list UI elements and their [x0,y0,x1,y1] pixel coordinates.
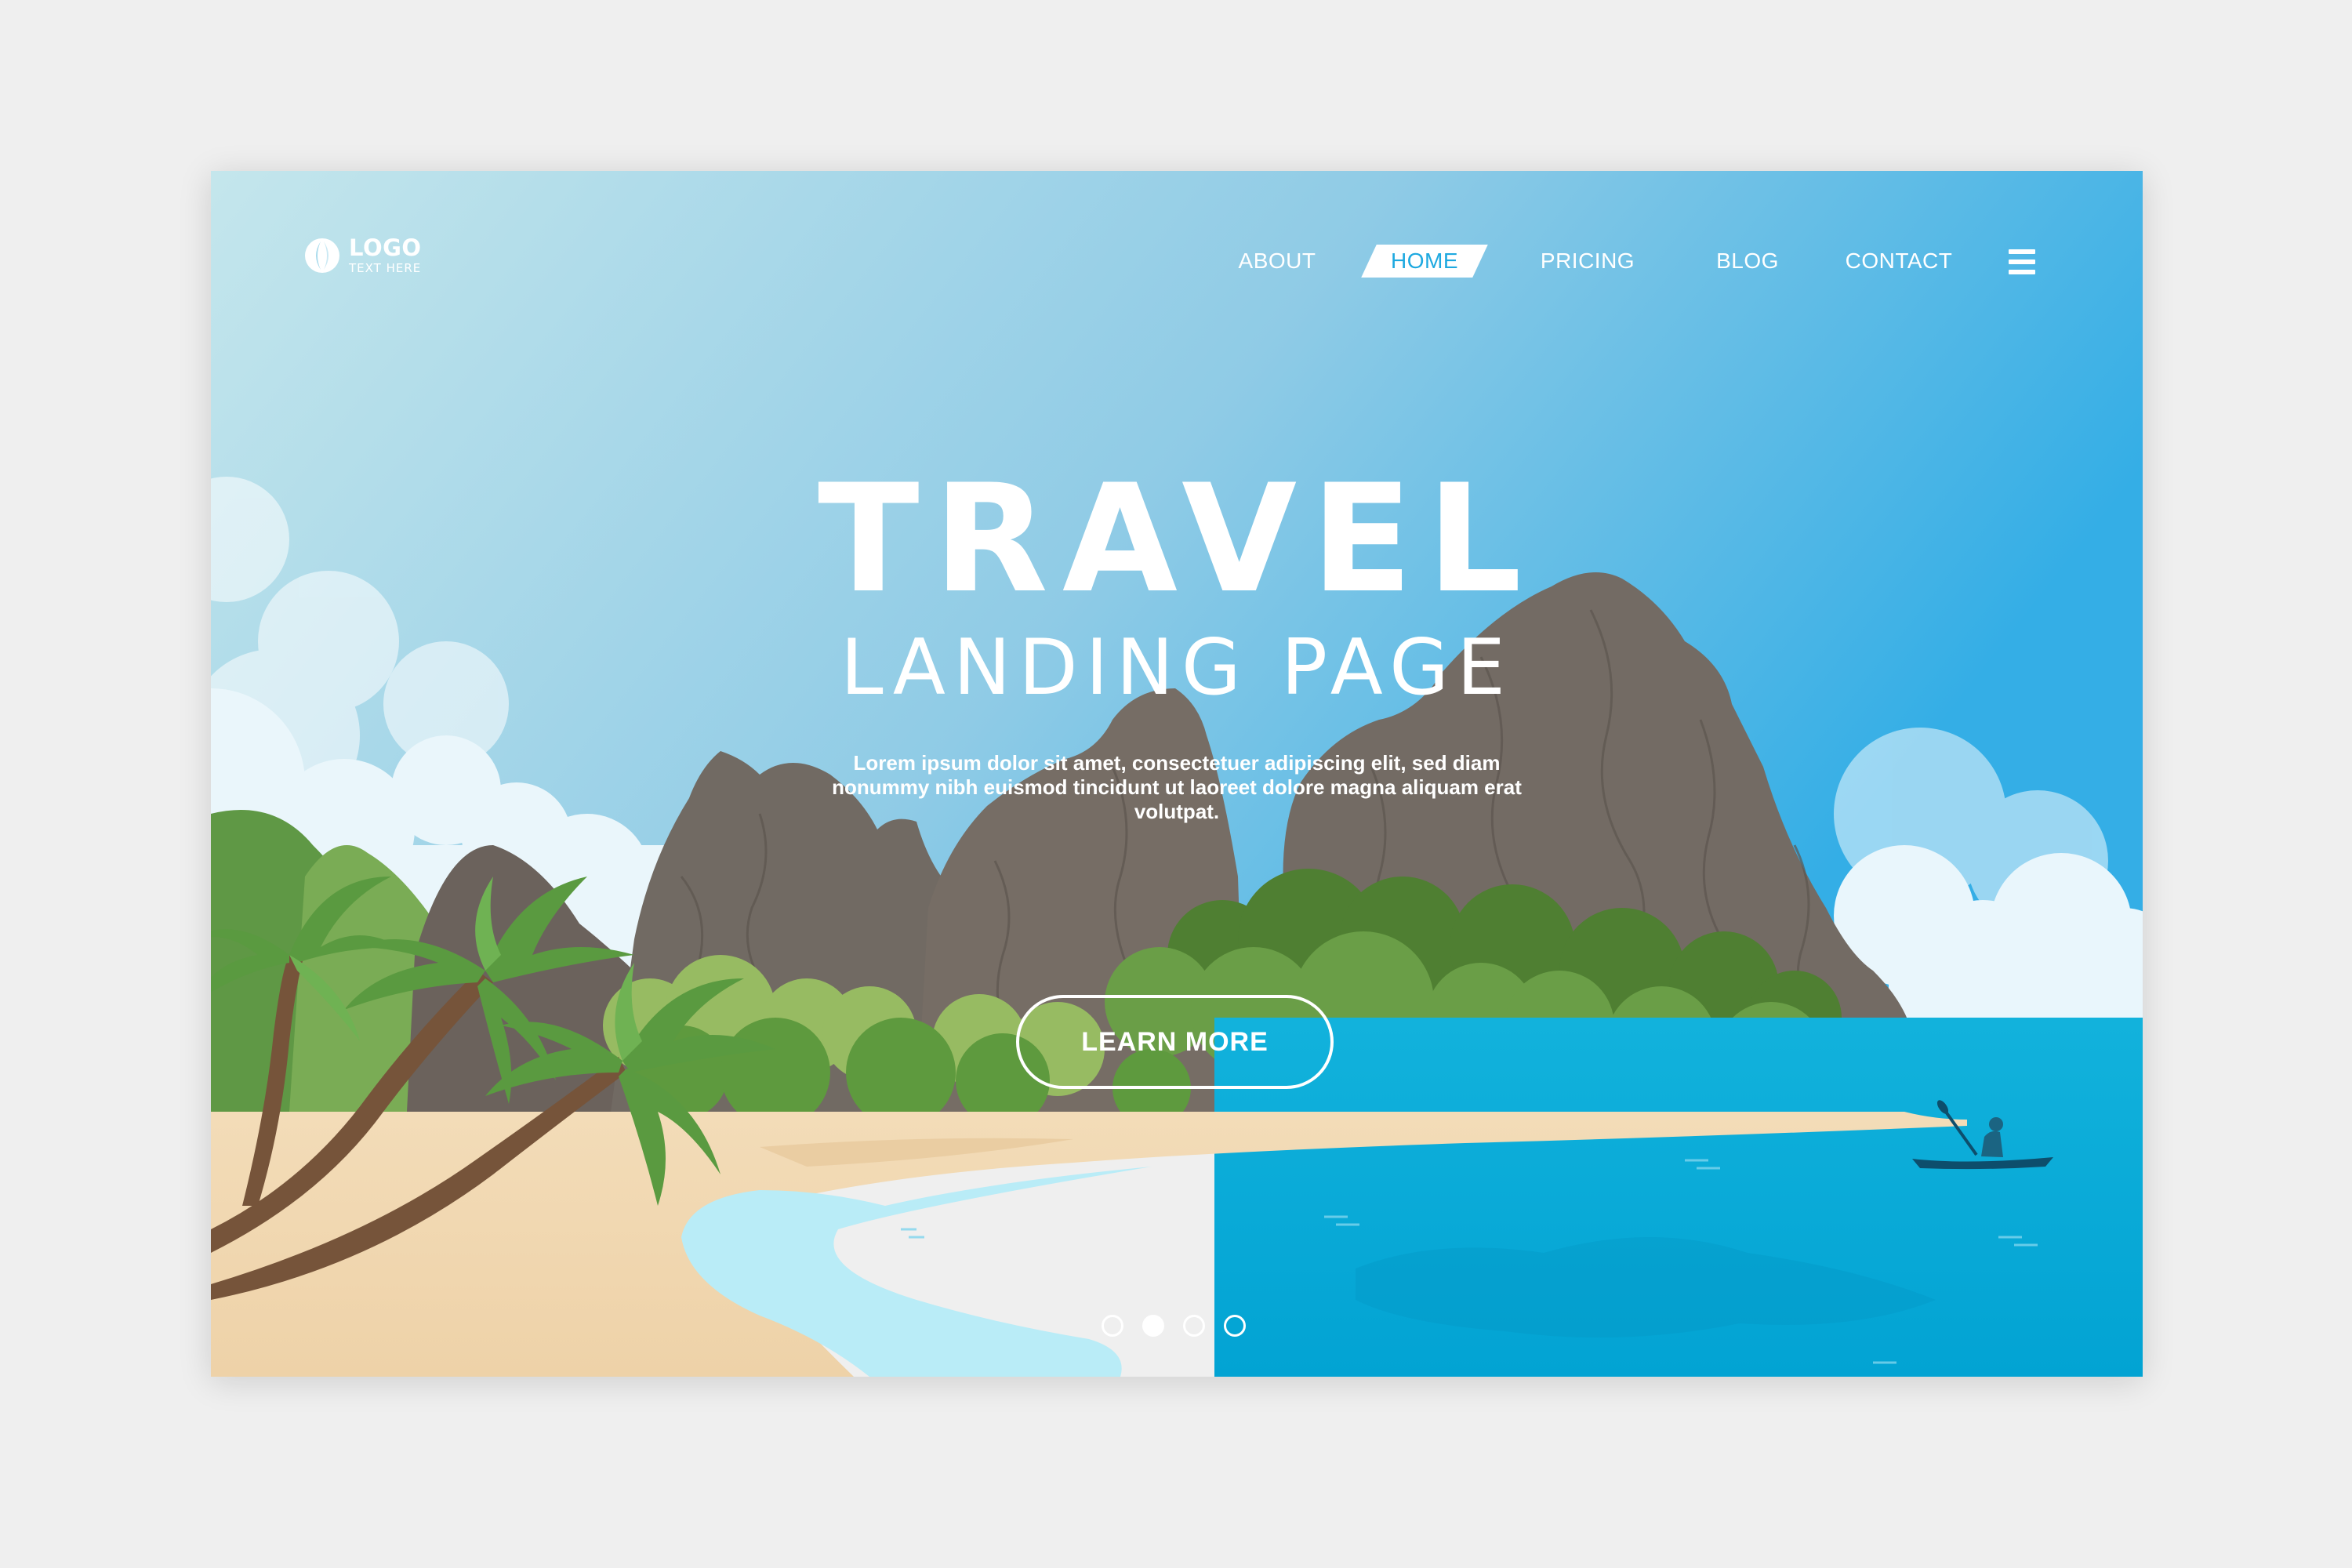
nav-item-pricing[interactable]: PRICING [1541,241,1635,281]
hero-title: TRAVEL [818,452,1536,626]
carousel-dot[interactable] [1183,1315,1205,1337]
carousel-indicators [1102,1315,1246,1338]
hero-subtitle: LANDING PAGE [840,623,1513,713]
nav-item-blog[interactable]: BLOG [1716,241,1779,281]
nav-item-home[interactable]: HOME [1369,241,1480,281]
carousel-dot[interactable] [1224,1315,1246,1337]
landing-page: LOGO TEXT HERE ABOUT HOME PRICING BLOG C… [211,171,2143,1377]
main-nav: ABOUT HOME PRICING BLOG CONTACT [211,241,2143,281]
nav-item-contact[interactable]: CONTACT [1846,241,1953,281]
hamburger-menu-icon[interactable] [2009,249,2035,274]
carousel-dot[interactable] [1102,1315,1123,1337]
carousel-dot-active[interactable] [1142,1315,1164,1337]
nav-item-about[interactable]: ABOUT [1239,241,1316,281]
hero-description: Lorem ipsum dolor sit amet, consectetuer… [832,751,1522,823]
learn-more-button[interactable]: LEARN MORE [1016,995,1334,1089]
